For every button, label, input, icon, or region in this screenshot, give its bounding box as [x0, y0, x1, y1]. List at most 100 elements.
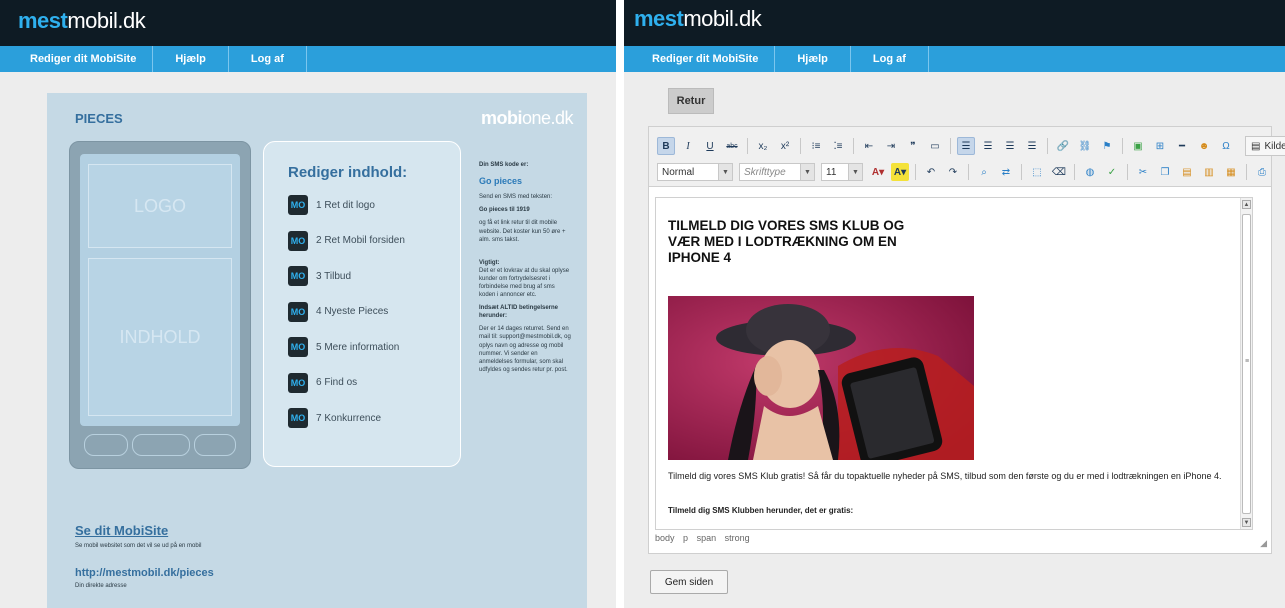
paste-word-icon[interactable]: ▦ [1222, 163, 1240, 181]
replace-icon[interactable]: ⇄ [997, 163, 1015, 181]
anchor-icon[interactable]: ⚑ [1098, 137, 1116, 155]
link-icon[interactable]: 🔗 [1054, 137, 1072, 155]
undo-icon[interactable]: ↶ [922, 163, 940, 181]
path-item[interactable]: body [655, 533, 675, 543]
cut-icon[interactable]: ✂ [1134, 163, 1152, 181]
outdent-icon[interactable]: ⇤ [860, 137, 878, 155]
editor-scrollbar[interactable]: ▲ ≡ ▼ [1240, 198, 1252, 529]
align-left-icon[interactable]: ☰ [957, 137, 975, 155]
edit-item[interactable]: MO 6 Find os [288, 372, 405, 394]
phone-button-right [194, 434, 236, 456]
div-icon[interactable]: ▭ [926, 137, 944, 155]
brand-logo[interactable]: mestmobil.dk [18, 8, 146, 34]
find-icon[interactable]: ⌕ [975, 163, 993, 181]
chevron-down-icon: ▼ [848, 164, 862, 180]
mobione-logo: mobione.dk [480, 108, 574, 128]
mo-icon: MO [288, 408, 308, 428]
blockquote-icon[interactable]: ❞ [904, 137, 922, 155]
bullet-list-icon[interactable]: ⁚≡ [829, 137, 847, 155]
edit-item[interactable]: MO 1 Ret dit logo [288, 194, 405, 216]
underline-icon[interactable]: U [701, 137, 719, 155]
bg-color-icon[interactable]: A▾ [891, 163, 909, 181]
main-nav: Rediger dit MobiSite Hjælp Log af [0, 46, 616, 72]
nav-item-edit-site[interactable]: Rediger dit MobiSite [624, 46, 776, 72]
spellcheck-icon[interactable]: ✓ [1103, 163, 1121, 181]
path-item[interactable]: strong [725, 533, 750, 543]
save-page-button[interactable]: Gem siden [650, 570, 728, 594]
unlink-icon[interactable]: ⛓ [1076, 137, 1094, 155]
text-color-icon[interactable]: A▾ [869, 163, 887, 181]
copy-icon[interactable]: ❐ [1156, 163, 1174, 181]
size-select[interactable]: 11 ▼ [821, 163, 863, 181]
hr-icon[interactable]: ━ [1173, 137, 1191, 155]
nav-item-help[interactable]: Hjælp [775, 46, 851, 72]
source-button[interactable]: ▤ Kilde [1245, 136, 1285, 156]
scroll-down-icon[interactable]: ▼ [1242, 518, 1251, 527]
phone-button-center [132, 434, 190, 456]
phone-button-left [84, 434, 128, 456]
header: mestmobil.dk [624, 0, 1285, 46]
resize-icon[interactable]: ◢ [1260, 538, 1267, 549]
nav-item-logout[interactable]: Log af [229, 46, 307, 72]
nav-item-edit-site[interactable]: Rediger dit MobiSite [0, 46, 154, 72]
path-item[interactable]: span [697, 533, 717, 543]
edit-item[interactable]: MO 5 Mere information [288, 336, 405, 358]
special-char-icon[interactable]: Ω [1217, 137, 1235, 155]
edit-item[interactable]: MO 7 Konkurrence [288, 407, 405, 429]
site-url-caption: Din direkte adresse [75, 583, 127, 589]
phone-screen: LOGO INDHOLD [80, 154, 240, 426]
select-all-icon[interactable]: ⬚ [1028, 163, 1046, 181]
italic-icon[interactable]: I [679, 137, 697, 155]
image-icon[interactable]: ▣ [1129, 137, 1147, 155]
subscript-icon[interactable]: x₂ [754, 137, 772, 155]
main-nav: Rediger dit MobiSite Hjælp Log af [624, 46, 1285, 72]
strike-icon[interactable]: abc [723, 137, 741, 155]
phone-content-area[interactable]: INDHOLD [88, 258, 232, 416]
doc-paragraph-bold: Tilmeld dig SMS Klubben herunder, det er… [668, 506, 854, 515]
see-mobisite-link[interactable]: Se dit MobiSite [75, 523, 168, 538]
site-url-link[interactable]: http://mestmobil.dk/pieces [75, 567, 214, 579]
ordered-list-icon[interactable]: ⁝≡ [807, 137, 825, 155]
table-icon[interactable]: ⊞ [1151, 137, 1169, 155]
phone-logo-area[interactable]: LOGO [88, 164, 232, 248]
align-center-icon[interactable]: ☰ [979, 137, 997, 155]
back-button[interactable]: Retur [668, 88, 714, 114]
mo-icon: MO [288, 195, 308, 215]
mo-icon: MO [288, 301, 308, 322]
brand-logo[interactable]: mestmobil.dk [634, 6, 762, 32]
print-icon[interactable]: ⎙ [1253, 163, 1271, 181]
editor-document[interactable]: TILMELD DIG VORES SMS KLUB OG VÆR MED I … [655, 197, 1253, 530]
edit-item[interactable]: MO 2 Ret Mobil forsiden [288, 230, 405, 252]
source-icon: ▤ [1251, 140, 1261, 152]
remove-format-icon[interactable]: ⌫ [1050, 163, 1068, 181]
justify-icon[interactable]: ☰ [1023, 137, 1041, 155]
chevron-down-icon: ▼ [800, 164, 814, 180]
paste-text-icon[interactable]: ▥ [1200, 163, 1218, 181]
smiley-icon[interactable]: ☻ [1195, 137, 1213, 155]
element-path-bar: body p span strong [655, 533, 756, 543]
promo-image [668, 296, 974, 460]
nav-item-help[interactable]: Hjælp [153, 46, 229, 72]
align-right-icon[interactable]: ☰ [1001, 137, 1019, 155]
paste-icon[interactable]: ▤ [1178, 163, 1196, 181]
superscript-icon[interactable]: x² [776, 137, 794, 155]
indent-icon[interactable]: ⇥ [882, 137, 900, 155]
mo-icon: MO [288, 337, 308, 357]
site-title: PIECES [75, 111, 123, 126]
mo-icon: MO [288, 266, 308, 286]
doc-headline: TILMELD DIG VORES SMS KLUB OG VÆR MED I … [668, 218, 905, 266]
scroll-grip-icon: ≡ [1245, 358, 1250, 365]
phone-preview: LOGO INDHOLD [69, 141, 251, 469]
path-item[interactable]: p [683, 533, 688, 543]
edit-item[interactable]: MO 4 Nyeste Pieces [288, 301, 405, 323]
bold-icon[interactable]: B [657, 137, 675, 155]
globe-icon[interactable]: ◍ [1081, 163, 1099, 181]
header: mestmobil.dk [0, 0, 616, 46]
format-select[interactable]: Normal ▼ [657, 163, 733, 181]
scroll-up-icon[interactable]: ▲ [1242, 200, 1251, 209]
font-select[interactable]: Skrifttype ▼ [739, 163, 815, 181]
edit-content-title: Rediger indhold: [288, 164, 408, 181]
redo-icon[interactable]: ↷ [944, 163, 962, 181]
nav-item-logout[interactable]: Log af [851, 46, 929, 72]
edit-item[interactable]: MO 3 Tilbud [288, 265, 405, 287]
